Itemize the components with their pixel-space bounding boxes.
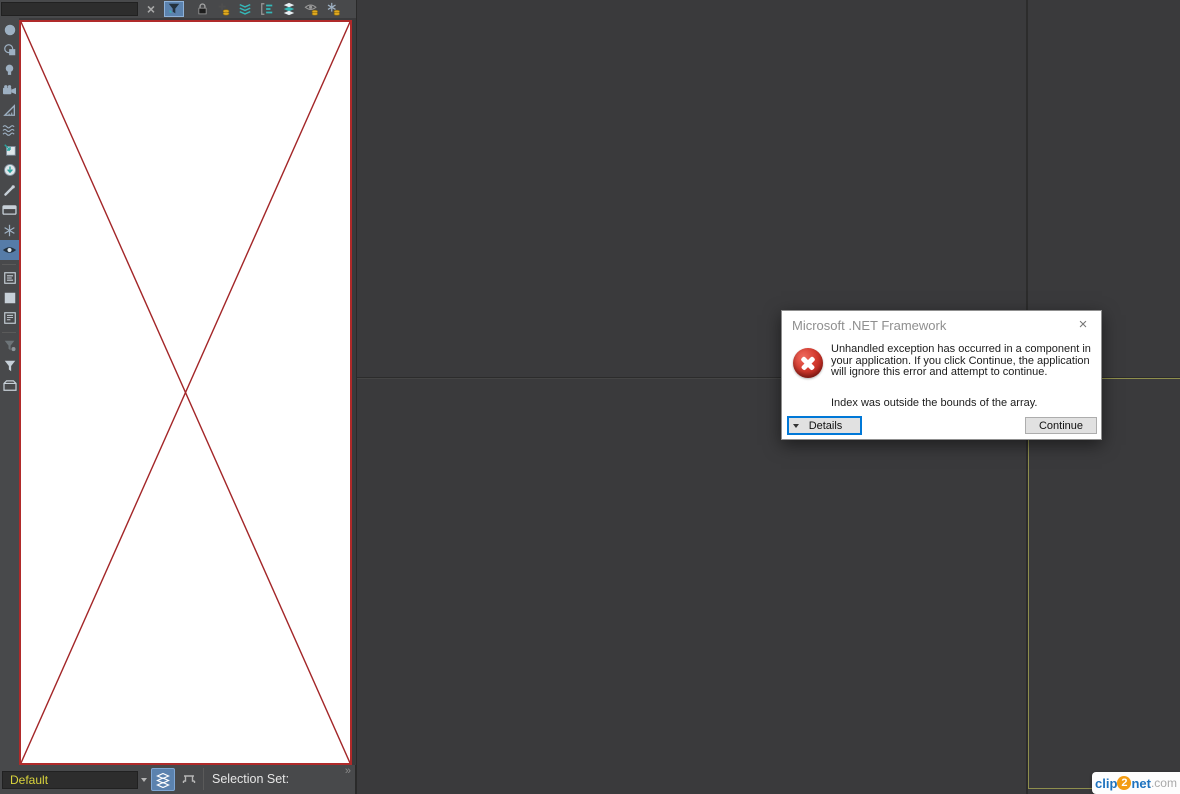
select-children-button[interactable] (235, 1, 255, 17)
display-cameras-button[interactable] (0, 80, 19, 100)
filter-icon (168, 3, 180, 14)
frozen-snowflake-icon (4, 224, 15, 236)
display-space-warps-button[interactable] (0, 120, 19, 140)
red-cross-placeholder (21, 22, 350, 763)
clip2net-watermark: clip 2 net .com (1092, 772, 1180, 794)
broken-explorer-view[interactable] (19, 20, 352, 765)
light-bulb-icon (5, 64, 14, 75)
helper-triangle-icon (2, 103, 15, 116)
filter-with-options-button[interactable] (0, 336, 19, 356)
list-detail-icon (3, 312, 16, 324)
overflow-chevron[interactable]: » (345, 765, 351, 777)
dropdown-caret-icon[interactable] (141, 778, 147, 782)
bottom-status-bar: Default Selection Set: » (0, 765, 356, 794)
geometry-icon (4, 24, 15, 36)
import-sphere-icon (3, 164, 16, 176)
filter-icon (4, 360, 15, 372)
container-icon (2, 205, 17, 215)
eye-coins-icon (303, 4, 318, 16)
pick-add-button[interactable] (213, 1, 233, 17)
lock-cell-editing-button[interactable] (192, 1, 212, 17)
blank-square-icon (4, 292, 15, 304)
error-detail-message: Index was outside the bounds of the arra… (831, 397, 1038, 409)
watermark-2-badge: 2 (1117, 776, 1132, 790)
clear-icon: × (146, 1, 156, 17)
hierarchy-mode-button[interactable] (178, 768, 200, 791)
container-basket-button[interactable] (0, 376, 19, 396)
freeze-objects-button[interactable] (323, 1, 343, 17)
display-hidden-button[interactable] (0, 240, 19, 260)
dialog-title: Microsoft .NET Framework (792, 318, 947, 333)
watermark-text: clip (1095, 775, 1118, 791)
display-helpers-button[interactable] (0, 100, 19, 120)
layer-stack-button[interactable] (279, 1, 299, 17)
continue-button[interactable]: Continue (1025, 417, 1097, 434)
search-input[interactable] (1, 2, 138, 16)
watermark-text: net (1131, 775, 1151, 791)
sync-selection-icon (261, 3, 273, 15)
scene-explorer-toolbar: × (0, 0, 356, 18)
active-layer-field[interactable]: Default (2, 771, 138, 789)
hidden-eye-icon (2, 247, 17, 253)
select-children-icon (239, 3, 251, 15)
waves-icon (2, 124, 15, 136)
display-containers-button[interactable] (0, 200, 19, 220)
error-icon (793, 348, 823, 378)
toolbar-separator (2, 264, 16, 265)
details-button-label: Details (808, 419, 843, 432)
blank-view-button[interactable] (0, 288, 19, 308)
application-window: × Default Selection Set: » Microsoft .NE… (0, 0, 1180, 794)
hide-objects-button[interactable] (301, 1, 321, 17)
shapes-icon (3, 44, 15, 56)
pick-add-icon (218, 3, 230, 16)
toolbar-separator (2, 332, 16, 333)
filter-options-icon (4, 340, 16, 352)
display-bones-button[interactable] (0, 180, 19, 200)
details-button[interactable]: Details (788, 417, 861, 434)
close-icon[interactable]: × (1074, 316, 1092, 334)
display-frozen-button[interactable] (0, 220, 19, 240)
list-view-b-button[interactable] (0, 308, 19, 328)
separator (203, 768, 204, 790)
display-imports-button[interactable] (0, 160, 19, 180)
lock-icon (197, 3, 207, 15)
xref-icon (3, 144, 16, 156)
list-view-a-button[interactable] (0, 268, 19, 288)
continue-button-label: Continue (1038, 419, 1084, 432)
expand-caret-icon (792, 423, 799, 428)
list-icon (3, 272, 16, 284)
basket-icon (2, 380, 17, 391)
layer-stack-icon (283, 2, 295, 16)
filter-plain-button[interactable] (0, 356, 19, 376)
layer-list-button[interactable] (151, 768, 175, 791)
display-xrefs-button[interactable] (0, 140, 19, 160)
selection-set-label: Selection Set: (212, 772, 290, 786)
dotnet-error-dialog: Microsoft .NET Framework × Unhandled exc… (781, 310, 1102, 440)
bone-icon (4, 184, 15, 196)
display-lights-button[interactable] (0, 60, 19, 80)
error-message: Unhandled exception has occurred in a co… (831, 343, 1091, 378)
filter-selection-button[interactable] (164, 1, 184, 17)
layers-icon (156, 772, 170, 788)
clear-search-button[interactable]: × (141, 1, 161, 17)
watermark-text: .com (1150, 776, 1177, 790)
display-geometry-button[interactable] (0, 20, 19, 40)
snowflake-coins-icon (327, 2, 340, 16)
sync-selection-button[interactable] (257, 1, 277, 17)
camera-icon (3, 84, 16, 94)
hierarchy-icon (182, 775, 196, 783)
dialog-titlebar[interactable]: Microsoft .NET Framework × (782, 311, 1101, 338)
display-filter-toolbar (0, 18, 19, 765)
display-shapes-button[interactable] (0, 40, 19, 60)
